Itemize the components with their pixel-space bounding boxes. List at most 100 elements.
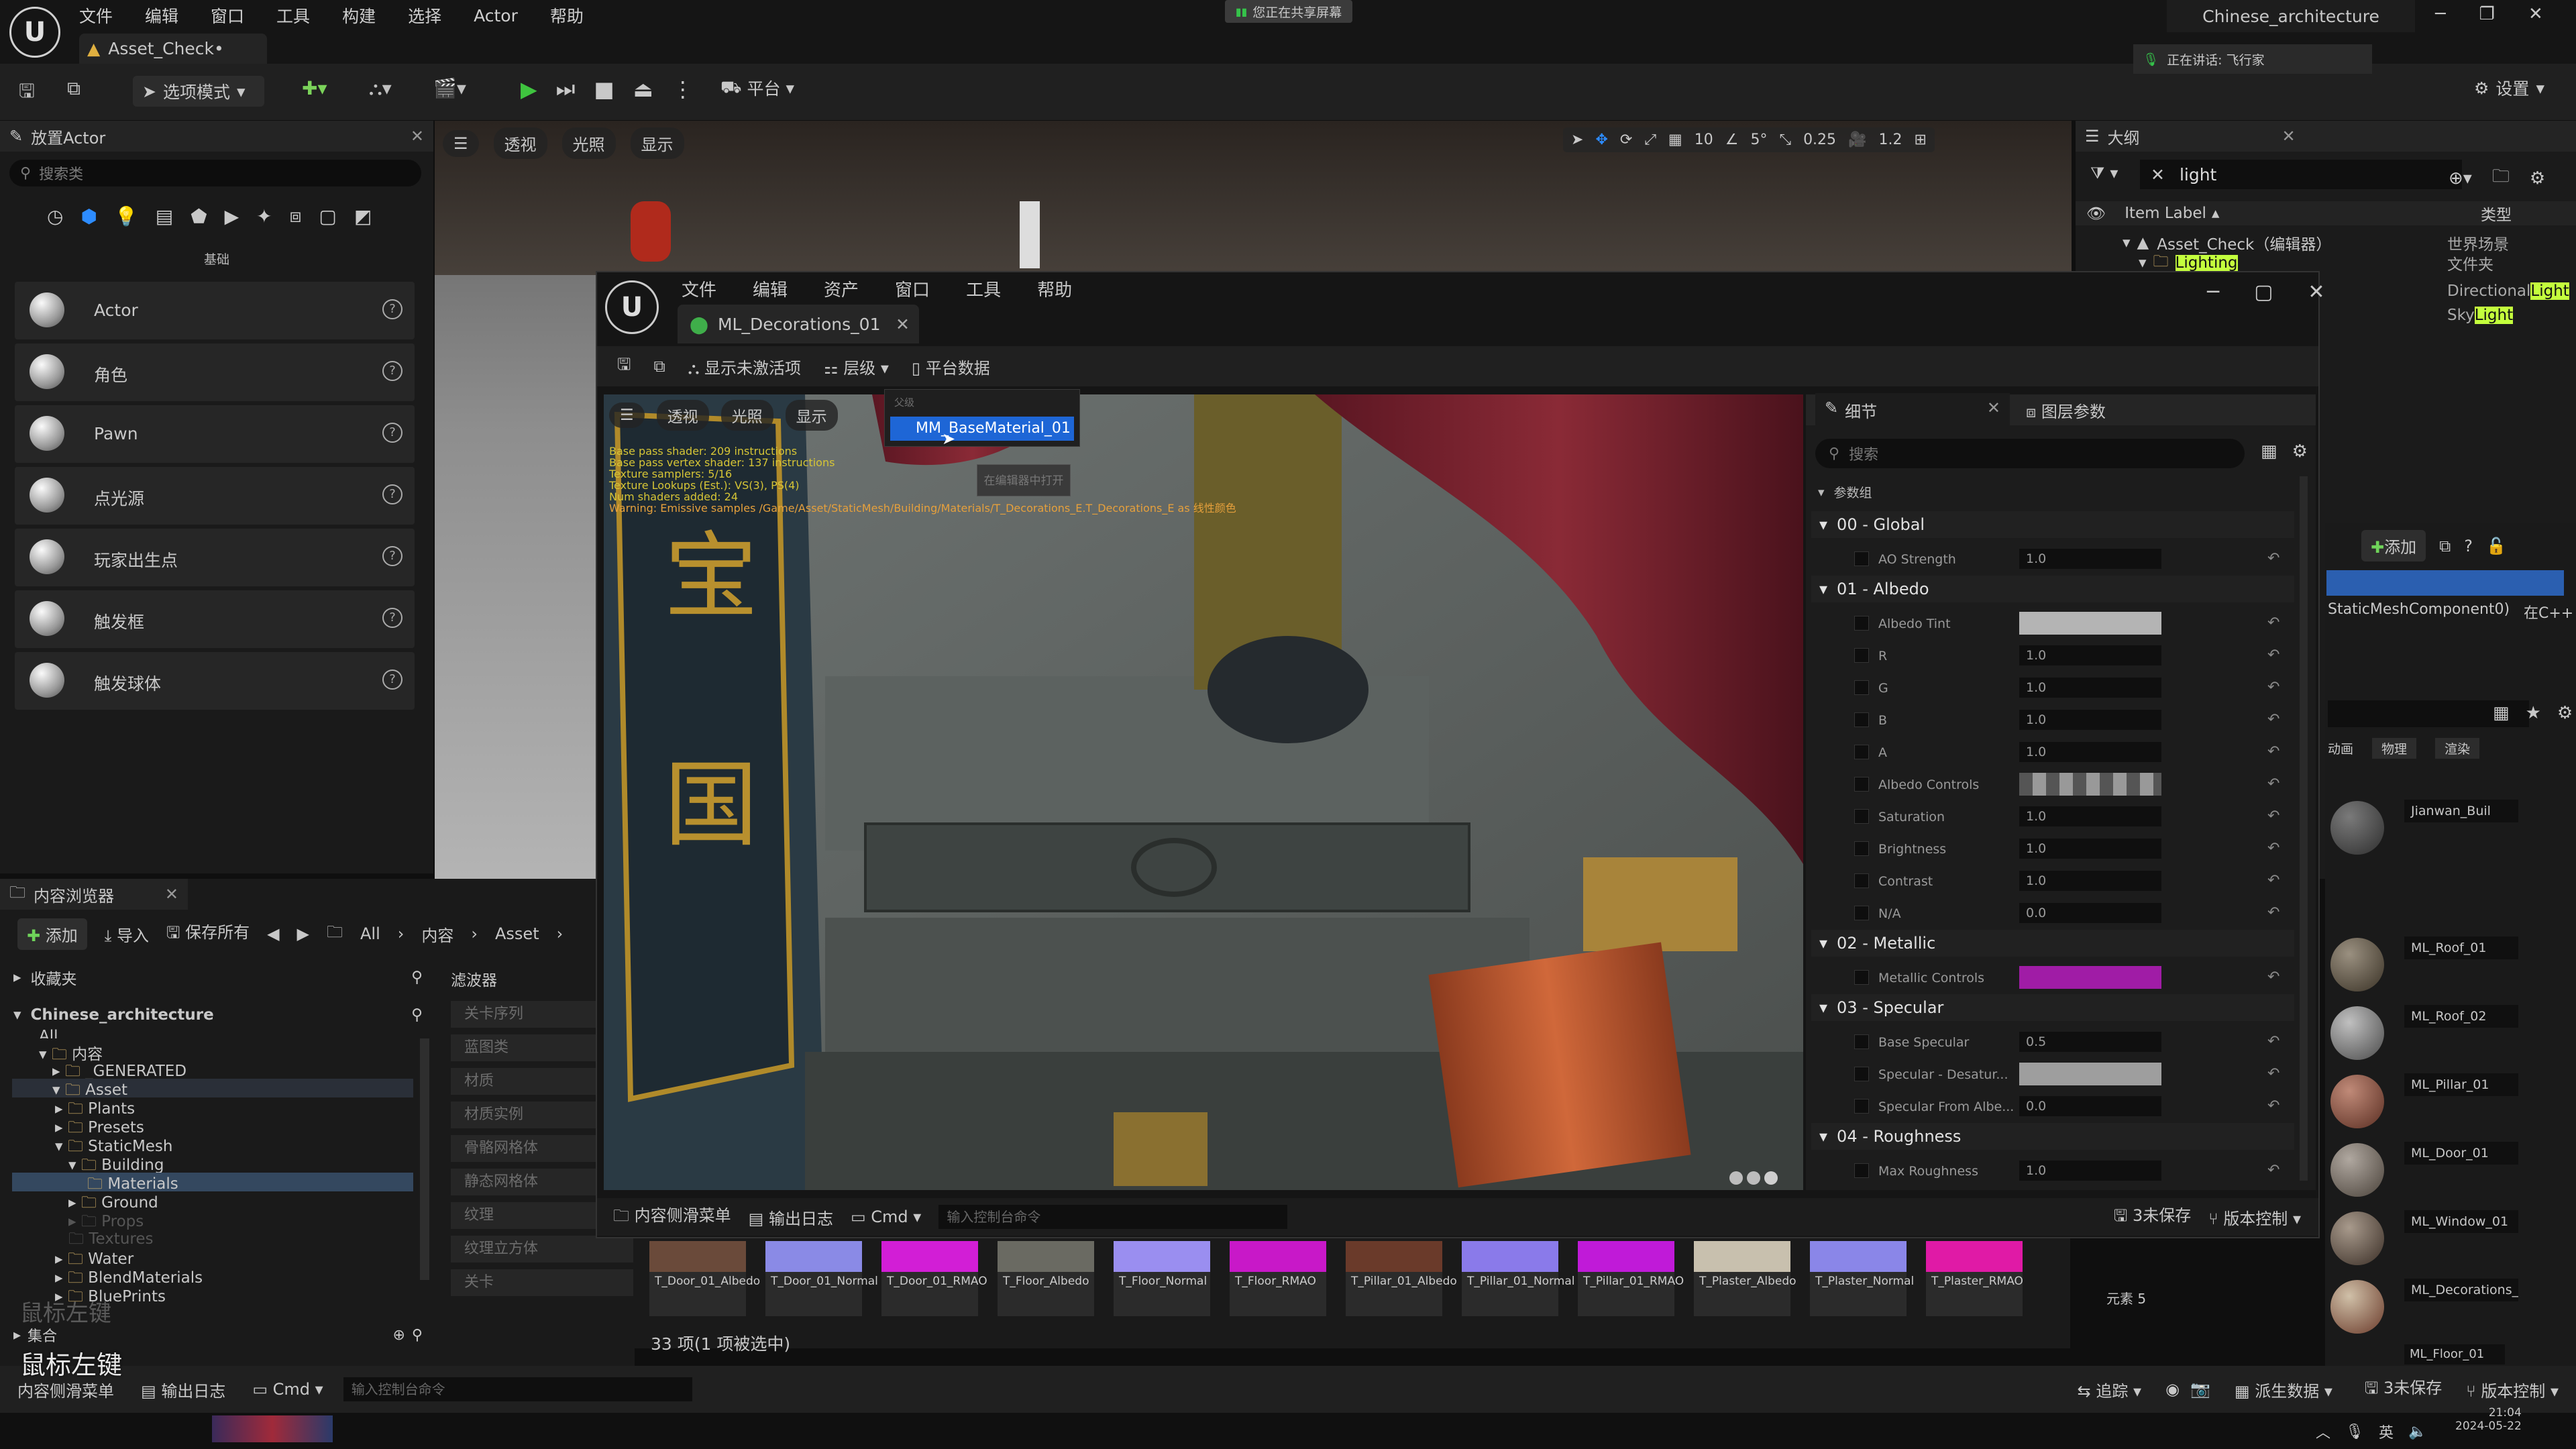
med-menu-edit[interactable]: 编辑	[753, 276, 788, 301]
param-override-checkbox[interactable]	[1854, 745, 1869, 759]
param-value-field[interactable]: 1.0	[2019, 742, 2161, 762]
blueprint-icon[interactable]: ⛬▾	[369, 77, 392, 100]
param-color-swatch[interactable]	[2019, 612, 2161, 635]
reset-icon[interactable]: ↶	[2267, 969, 2279, 985]
outliner-row-world[interactable]: ▾ ▲ Asset_Check（编辑器） 世界场景	[2076, 231, 2576, 255]
menu-build[interactable]: 构建	[342, 3, 376, 28]
gear-icon[interactable]: ⚙	[2530, 168, 2545, 189]
save-icon[interactable]: 🖫	[617, 353, 631, 380]
unsaved-button[interactable]: 🖫 3未保存	[2365, 1375, 2442, 1404]
med-menu-help[interactable]: 帮助	[1037, 276, 1072, 301]
source-control-button[interactable]: ⑂ 版本控制 ▾	[2208, 1205, 2301, 1229]
output-log-button[interactable]: ▤ 输出日志	[749, 1205, 833, 1229]
asset-tile[interactable]: T_Plaster_Normal	[1810, 1241, 1914, 1316]
tree-item-generated[interactable]: ▸ 🗀 _GENERATED	[52, 1060, 186, 1080]
param-value-field[interactable]: 1.0	[2019, 549, 2161, 569]
help-icon[interactable]: ?	[382, 361, 402, 381]
volumes-icon[interactable]: ✦	[256, 205, 272, 227]
platform-stats-button[interactable]: ▯ 平台数据	[912, 355, 990, 378]
reset-icon[interactable]: ↶	[2267, 1065, 2279, 1082]
tree-item-all[interactable]: All	[39, 1028, 58, 1038]
selection-mode-button[interactable]: ➤ 选项模式 ▾	[133, 76, 264, 107]
unsaved-button[interactable]: 🖫 3未保存	[2114, 1202, 2191, 1232]
breadcrumb-content[interactable]: 内容	[421, 922, 453, 946]
chevron-up-icon[interactable]: ︿	[2316, 1421, 2330, 1442]
reset-icon[interactable]: ↶	[2267, 550, 2279, 567]
reset-icon[interactable]: ↶	[2267, 679, 2279, 696]
cmd-button[interactable]: ▭ Cmd ▾	[851, 1208, 921, 1226]
basic-category-icon[interactable]: ⬢	[80, 205, 97, 227]
minimize-icon[interactable]: ─	[2435, 4, 2446, 24]
unreal-logo-icon[interactable]: U	[9, 7, 60, 58]
menu-actor[interactable]: Actor	[474, 6, 518, 25]
filter-tab-rendering[interactable]: 渲染	[2435, 738, 2480, 759]
asset-tile[interactable]: T_Plaster_RMAO	[1926, 1241, 2023, 1316]
project-header[interactable]: ▾ Chinese_architecture ⚲	[13, 1006, 423, 1024]
material-slot[interactable]: ML_Roof_02	[2330, 1001, 2572, 1067]
param-override-checkbox[interactable]	[1854, 1099, 1869, 1114]
level-tab[interactable]: ▲ Asset_Check•	[79, 34, 267, 64]
tree-scrollbar[interactable]	[420, 1038, 429, 1280]
outliner-tab[interactable]: ☰ 大纲 ✕	[2076, 121, 2576, 152]
details-tab[interactable]: ✎ 细节 ✕	[1815, 392, 2010, 427]
material-slot[interactable]: ML_Decorations_01	[2330, 1275, 2572, 1340]
param-group-header[interactable]: ▾ 04 - Roughness	[1811, 1123, 2294, 1150]
filter-tab-physics[interactable]: 物理	[2372, 738, 2417, 759]
param-value-field[interactable]: 1.0	[2019, 710, 2161, 730]
tree-item-plants[interactable]: ▸ 🗀 Plants	[55, 1097, 135, 1118]
eject-icon[interactable]: ⏏	[633, 76, 653, 102]
gear-icon[interactable]: ⚙	[2292, 441, 2308, 462]
reset-icon[interactable]: ↶	[2267, 840, 2279, 857]
place-actor-tab[interactable]: ✎ 放置Actor ✕	[0, 121, 433, 152]
save-all-button[interactable]: 🖫 保存所有	[166, 919, 250, 949]
add-content-icon[interactable]: ✚▾	[302, 77, 327, 99]
reset-icon[interactable]: ↶	[2267, 1162, 2279, 1179]
more-categories-icon[interactable]: ◩	[354, 205, 372, 227]
microphone-icon[interactable]: 🎙	[2345, 1424, 2364, 1440]
asset-tile[interactable]: T_Plaster_Albedo	[1694, 1241, 1796, 1316]
trace-button[interactable]: ⇆ 追踪 ▾	[2078, 1378, 2141, 1401]
lock-icon[interactable]: 🔓	[2486, 537, 2506, 555]
actor-item-trigger-sphere[interactable]: 触发球体?	[15, 652, 415, 710]
reset-icon[interactable]: ↶	[2267, 1033, 2279, 1050]
recent-icon[interactable]: ◷	[47, 205, 63, 227]
close-icon[interactable]: ✕	[896, 315, 910, 334]
med-menu-file[interactable]: 文件	[682, 276, 716, 301]
content-browser-tab[interactable]: 🗀 内容浏览器 ✕	[0, 879, 188, 910]
param-group-header[interactable]: ▾ 02 - Metallic	[1811, 930, 2294, 957]
param-override-checkbox[interactable]	[1854, 1034, 1869, 1049]
outliner-search[interactable]: ✕ light	[2140, 160, 2462, 189]
param-value-field[interactable]: 1.0	[2019, 645, 2161, 665]
param-override-checkbox[interactable]	[1854, 648, 1869, 663]
param-color-swatch[interactable]	[2019, 1063, 2161, 1085]
help-icon[interactable]: ?	[382, 546, 402, 566]
param-override-checkbox[interactable]	[1854, 777, 1869, 792]
new-folder-icon[interactable]: 🗀	[2492, 164, 2510, 193]
help-icon[interactable]: ?	[2464, 537, 2473, 555]
expand-icon[interactable]: ▾	[2123, 234, 2131, 252]
close-icon[interactable]: ✕	[411, 127, 424, 146]
param-override-checkbox[interactable]	[1854, 873, 1869, 888]
material-slot-name[interactable]: ML_Window_01	[2404, 1210, 2518, 1233]
material-slot[interactable]: ML_Roof_01	[2330, 932, 2572, 998]
material-slot-name[interactable]: ML_Roof_01	[2404, 936, 2518, 959]
visibility-icon[interactable]: 👁	[2086, 205, 2106, 223]
component-selected-row[interactable]	[2326, 570, 2564, 596]
expand-icon[interactable]: ▾	[2139, 255, 2147, 271]
scale-snap-value[interactable]: 0.25	[1803, 131, 1836, 148]
content-drawer-button[interactable]: 🗀 内容侧滑菜单	[613, 1202, 731, 1232]
clear-search-icon[interactable]: ✕	[2151, 165, 2165, 184]
param-color-swatch[interactable]	[2019, 773, 2161, 796]
preview-show-button[interactable]: 显示	[785, 400, 838, 431]
reset-icon[interactable]: ↶	[2267, 808, 2279, 824]
asset-tile[interactable]: T_Pillar_01_RMAO	[1578, 1241, 1684, 1316]
param-override-checkbox[interactable]	[1854, 680, 1869, 695]
grid-icon[interactable]: ▦	[2261, 441, 2277, 462]
param-group-header[interactable]: ▾ 00 - Global	[1811, 511, 2294, 538]
step-icon[interactable]: ⏭	[556, 76, 576, 102]
place-actor-search[interactable]: ⚲ 搜索类	[9, 160, 421, 186]
tree-item-props[interactable]: ▸ 🗀 Props	[68, 1210, 144, 1230]
details-scrollbar[interactable]	[2300, 476, 2308, 1181]
viewport-menu-icon[interactable]: ☰	[443, 129, 479, 157]
material-slot-name[interactable]: ML_Floor_01	[2404, 1344, 2505, 1364]
